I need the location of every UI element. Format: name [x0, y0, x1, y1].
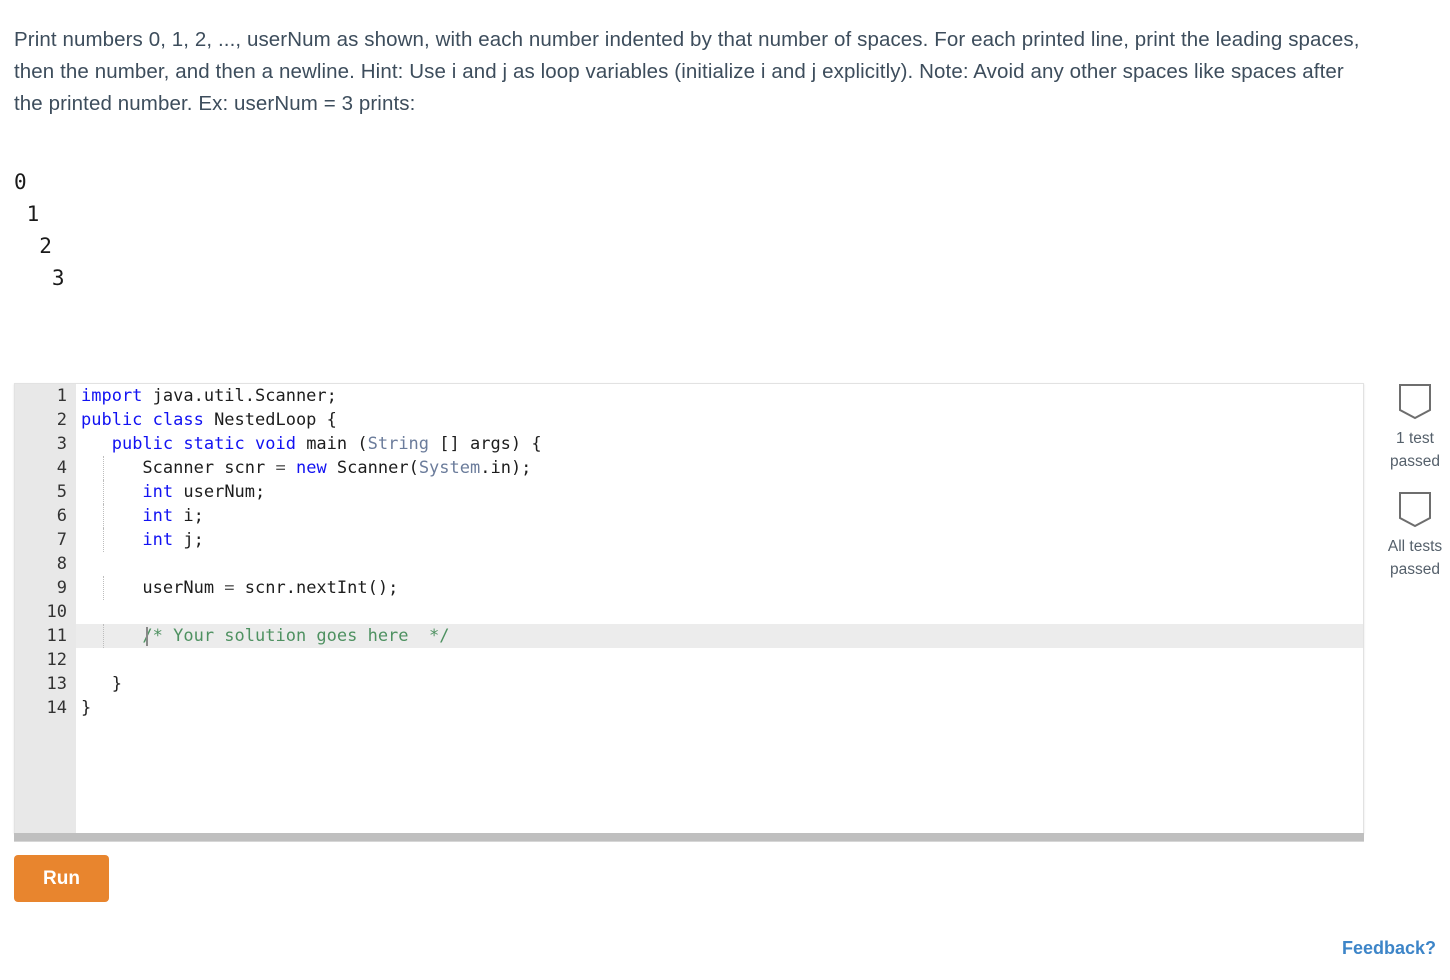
code-token: = — [224, 578, 235, 598]
code-line[interactable]: int j; — [76, 528, 1363, 552]
text-cursor — [146, 627, 148, 646]
indent-guide — [103, 624, 105, 648]
code-token: j; — [173, 530, 204, 550]
editor-horizontal-scrollbar[interactable] — [14, 833, 1364, 842]
test-badge-label: passed — [1390, 561, 1440, 578]
code-token: } — [81, 674, 122, 694]
code-line[interactable]: userNum = scnr.nextInt(); — [76, 576, 1363, 600]
test-badge-label: passed — [1390, 453, 1440, 470]
line-number: 9 — [56, 578, 67, 598]
line-number: 7 — [56, 530, 67, 550]
line-number: 10 — [46, 602, 67, 622]
line-number: 3 — [56, 434, 67, 454]
shield-badge-icon — [1399, 492, 1431, 528]
code-token: System — [418, 458, 481, 478]
test-badge-1-test: 1 test passed — [1380, 383, 1450, 473]
editor-code-area[interactable]: import java.util.Scanner; public class N… — [76, 384, 1363, 833]
run-button[interactable]: Run — [14, 855, 109, 902]
code-token: } — [81, 698, 92, 718]
indent-guide — [103, 528, 105, 552]
code-token: main ( — [295, 434, 368, 454]
code-token: /* Your solution goes here */ — [142, 626, 450, 646]
code-token: [] args) { — [429, 434, 542, 454]
test-badge-all-tests: All tests passed — [1380, 491, 1450, 581]
line-number: 2 — [56, 410, 67, 430]
code-line[interactable]: Scanner scnr = new Scanner(System.in); — [76, 456, 1363, 480]
line-number: 4 — [56, 458, 67, 478]
line-number: 1 — [56, 386, 67, 406]
line-number: 13 — [46, 674, 67, 694]
shield-badge-icon — [1399, 384, 1431, 420]
code-token: Scanner scnr — [81, 458, 276, 478]
indent-guide — [103, 504, 105, 528]
code-token: java.util.Scanner; — [142, 386, 337, 406]
line-number: 6 — [56, 506, 67, 526]
code-token: userNum; — [173, 482, 266, 502]
code-line[interactable] — [76, 600, 1363, 624]
code-token: int — [142, 482, 174, 502]
code-token: Scanner( — [326, 458, 419, 478]
code-line[interactable]: } — [76, 696, 1363, 720]
code-line-active[interactable]: /* Your solution goes here */ — [76, 624, 1363, 648]
code-token: NestedLoop { — [203, 410, 337, 430]
code-line[interactable]: public class NestedLoop { — [76, 408, 1363, 432]
code-token: scnr.nextInt(); — [234, 578, 399, 598]
code-editor[interactable]: 1 2 3 4 5 6 7 8 9 10 11 12 13 14 import … — [14, 383, 1364, 833]
exercise-prompt: Print numbers 0, 1, 2, ..., userNum as s… — [14, 28, 1360, 115]
code-line[interactable] — [76, 648, 1363, 672]
editor-gutter: 1 2 3 4 5 6 7 8 9 10 11 12 13 14 — [15, 384, 76, 833]
code-line[interactable]: } — [76, 672, 1363, 696]
code-token: public static void — [111, 434, 296, 454]
code-token: new — [295, 458, 327, 478]
line-number: 5 — [56, 482, 67, 502]
code-token: import — [81, 386, 143, 406]
code-line[interactable] — [76, 552, 1363, 576]
code-token: int — [142, 506, 174, 526]
indent-guide — [103, 576, 105, 600]
code-token: String — [367, 434, 430, 454]
line-number: 12 — [46, 650, 67, 670]
code-token: i; — [173, 506, 204, 526]
line-number: 8 — [56, 554, 67, 574]
code-line[interactable]: int userNum; — [76, 480, 1363, 504]
indent-guide — [103, 480, 105, 504]
test-badge-label: All tests — [1387, 538, 1443, 555]
code-line[interactable]: int i; — [76, 504, 1363, 528]
test-badge-label: 1 test — [1396, 430, 1434, 447]
line-number: 14 — [46, 698, 67, 718]
test-results-panel: 1 test passed All tests passed — [1380, 383, 1450, 599]
code-line[interactable]: import java.util.Scanner; — [76, 384, 1363, 408]
code-token: public class — [81, 410, 204, 430]
line-number: 11 — [46, 626, 67, 646]
code-token: .in); — [480, 458, 532, 478]
feedback-link[interactable]: Feedback? — [1342, 938, 1436, 959]
code-token: int — [142, 530, 174, 550]
sample-output-block: 0 1 2 3 — [14, 170, 65, 290]
code-token: = — [275, 458, 286, 478]
code-line[interactable]: public static void main (String [] args)… — [76, 432, 1363, 456]
indent-guide — [103, 456, 105, 480]
